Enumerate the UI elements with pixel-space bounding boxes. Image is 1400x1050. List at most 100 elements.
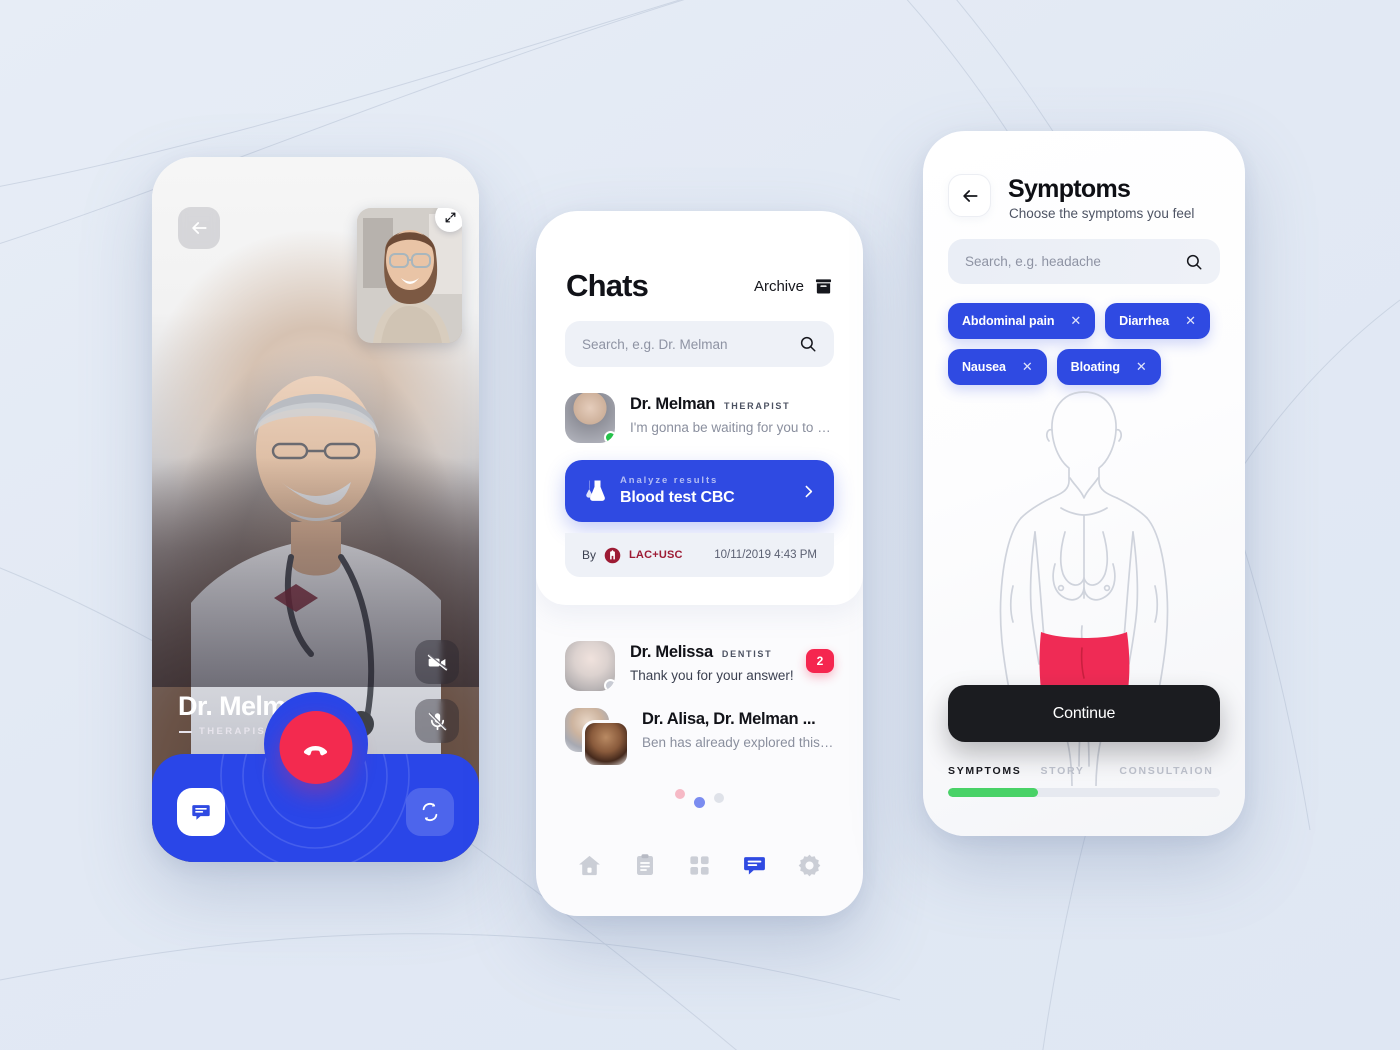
chat-meta: Dr. Melissa DENTIST Thank you for your a…: [630, 641, 834, 691]
lab-result-footer: By LAC+USC 10/11/2019 4:43 PM: [565, 533, 834, 577]
tab-records[interactable]: [628, 848, 662, 882]
lab-result-card[interactable]: Analyze results Blood test CBC: [565, 460, 834, 522]
symptom-chip-label: Abdominal pain: [962, 314, 1055, 328]
lab-date: 10/11/2019 4:43 PM: [714, 549, 817, 561]
call-back-button[interactable]: [178, 207, 220, 249]
bottom-tabbar: [536, 848, 863, 882]
progress-bar-fill: [948, 788, 1038, 797]
chats-search-input[interactable]: Search, e.g. Dr. Melman: [565, 321, 834, 367]
symptom-chip-label: Diarrhea: [1119, 314, 1170, 328]
toggle-mic-button[interactable]: [415, 699, 459, 743]
archive-button[interactable]: Archive: [754, 277, 833, 296]
page-subtitle: Choose the symptoms you feel: [1009, 206, 1195, 221]
archive-label: Archive: [753, 278, 804, 295]
status-badge: [604, 431, 615, 443]
symptoms-search-placeholder: Search, e.g. headache: [965, 254, 1101, 269]
list-item[interactable]: Dr. Melman THERAPIST I'm gonna be waitin…: [565, 393, 834, 443]
symptoms-screen: Symptoms Choose the symptoms you feel Se…: [923, 131, 1245, 836]
arrow-left-icon: [192, 222, 207, 234]
tab-dashboard[interactable]: [683, 848, 717, 882]
close-icon[interactable]: ✕: [1136, 359, 1147, 375]
pagination-dot[interactable]: [714, 793, 724, 803]
chat-role-tag: THERAPIST: [724, 401, 791, 411]
tab-chats[interactable]: [738, 848, 772, 882]
page-title: Symptoms: [1008, 175, 1131, 203]
lac-usc-logo-icon: [604, 547, 621, 563]
symptom-chip-label: Bloating: [1070, 360, 1120, 374]
lab-flask-icon: [586, 480, 605, 501]
symptom-chip[interactable]: Diarrhea ✕: [1105, 303, 1210, 339]
role-dash: [179, 730, 192, 733]
clipboard-icon: [636, 854, 653, 875]
search-icon: [1186, 254, 1202, 269]
archive-box-icon: [815, 279, 832, 294]
self-video-preview[interactable]: [357, 208, 462, 343]
status-badge: [604, 679, 615, 691]
lab-card-title: Blood test CBC: [620, 489, 735, 506]
chat-bubble-icon: [192, 805, 210, 820]
phone-hangup-icon: [303, 745, 328, 755]
continue-button[interactable]: Continue: [948, 685, 1220, 742]
pagination-dots[interactable]: [536, 788, 863, 808]
chat-role-tag: DENTIST: [721, 649, 773, 659]
symptoms-back-button[interactable]: [948, 174, 991, 217]
lab-provider-name: LAC+USC: [629, 549, 683, 561]
selected-symptom-chips: Abdominal pain ✕ Diarrhea ✕ Nausea ✕ Blo…: [948, 303, 1223, 385]
mic-off-icon: [428, 711, 447, 730]
step-story[interactable]: STORY: [1040, 765, 1119, 777]
chats-search-placeholder: Search, e.g. Dr. Melman: [582, 336, 728, 352]
step-symptoms[interactable]: SYMPTOMS: [948, 765, 1040, 777]
list-item[interactable]: Dr. Alisa, Dr. Melman ... Ben has alread…: [565, 708, 834, 768]
toggle-camera-button[interactable]: [415, 640, 459, 684]
search-icon: [800, 336, 816, 352]
step-indicator: SYMPTOMS STORY CONSULTAION: [948, 765, 1220, 777]
chat-meta: Dr. Melman THERAPIST I'm gonna be waitin…: [630, 393, 834, 443]
chevron-right-icon: [805, 485, 813, 497]
expand-icon: [445, 212, 455, 222]
lab-provider: By LAC+USC: [582, 547, 683, 564]
chat-bubble-icon: [744, 856, 765, 874]
close-icon[interactable]: ✕: [1022, 359, 1033, 375]
step-consultation[interactable]: CONSULTAION: [1119, 765, 1220, 777]
call-chat-button[interactable]: [177, 788, 225, 836]
end-call-button[interactable]: [279, 711, 352, 784]
symptoms-search-input[interactable]: Search, e.g. headache: [948, 239, 1220, 284]
list-item[interactable]: Dr. Melissa DENTIST Thank you for your a…: [565, 641, 834, 691]
symptom-chip[interactable]: Bloating ✕: [1056, 349, 1161, 385]
video-call-screen: Dr. Melman THERAPIST 24:21: [152, 157, 479, 862]
call-doctor-role: THERAPIST: [179, 726, 274, 737]
chat-preview: Ben has already explored this result...: [642, 735, 834, 750]
chat-meta: Dr. Alisa, Dr. Melman ... Ben has alread…: [642, 708, 834, 764]
progress-bar: [948, 788, 1220, 797]
lab-card-texts: Analyze results Blood test CBC: [620, 475, 786, 507]
arrow-left-icon: [962, 189, 978, 202]
pagination-dot[interactable]: [675, 788, 685, 799]
close-icon[interactable]: ✕: [1185, 313, 1196, 329]
switch-camera-icon: [422, 802, 438, 822]
chat-name: Dr. Melman: [630, 395, 716, 413]
avatar: [565, 641, 615, 691]
gear-icon: [798, 854, 821, 876]
page-title: Chats: [566, 268, 649, 303]
chat-name: Dr. Alisa, Dr. Melman ...: [642, 710, 816, 728]
unread-badge: 2: [806, 649, 834, 673]
video-off-icon: [427, 653, 447, 670]
tab-home[interactable]: [573, 848, 607, 882]
avatar-group: [565, 708, 630, 768]
tab-settings[interactable]: [793, 848, 827, 882]
chats-screen: Chats Archive Search, e.g. Dr. Melman Dr…: [536, 211, 863, 916]
chat-preview: Thank you for your answer!: [630, 668, 794, 683]
switch-camera-button[interactable]: [406, 788, 454, 836]
symptom-chip[interactable]: Nausea ✕: [948, 349, 1047, 385]
chat-name: Dr. Melissa: [630, 643, 713, 661]
home-icon: [579, 855, 600, 875]
avatar: [565, 393, 615, 443]
symptom-chip-label: Nausea: [962, 360, 1006, 374]
chat-preview: I'm gonna be waiting for you to an...: [630, 420, 834, 435]
lab-by-label: By: [582, 548, 597, 562]
body-map[interactable]: [923, 386, 1245, 806]
close-icon[interactable]: ✕: [1070, 313, 1081, 329]
symptom-chip[interactable]: Abdominal pain ✕: [948, 303, 1096, 339]
pagination-dot-active[interactable]: [694, 797, 705, 808]
lab-card-kicker: Analyze results: [620, 475, 719, 486]
